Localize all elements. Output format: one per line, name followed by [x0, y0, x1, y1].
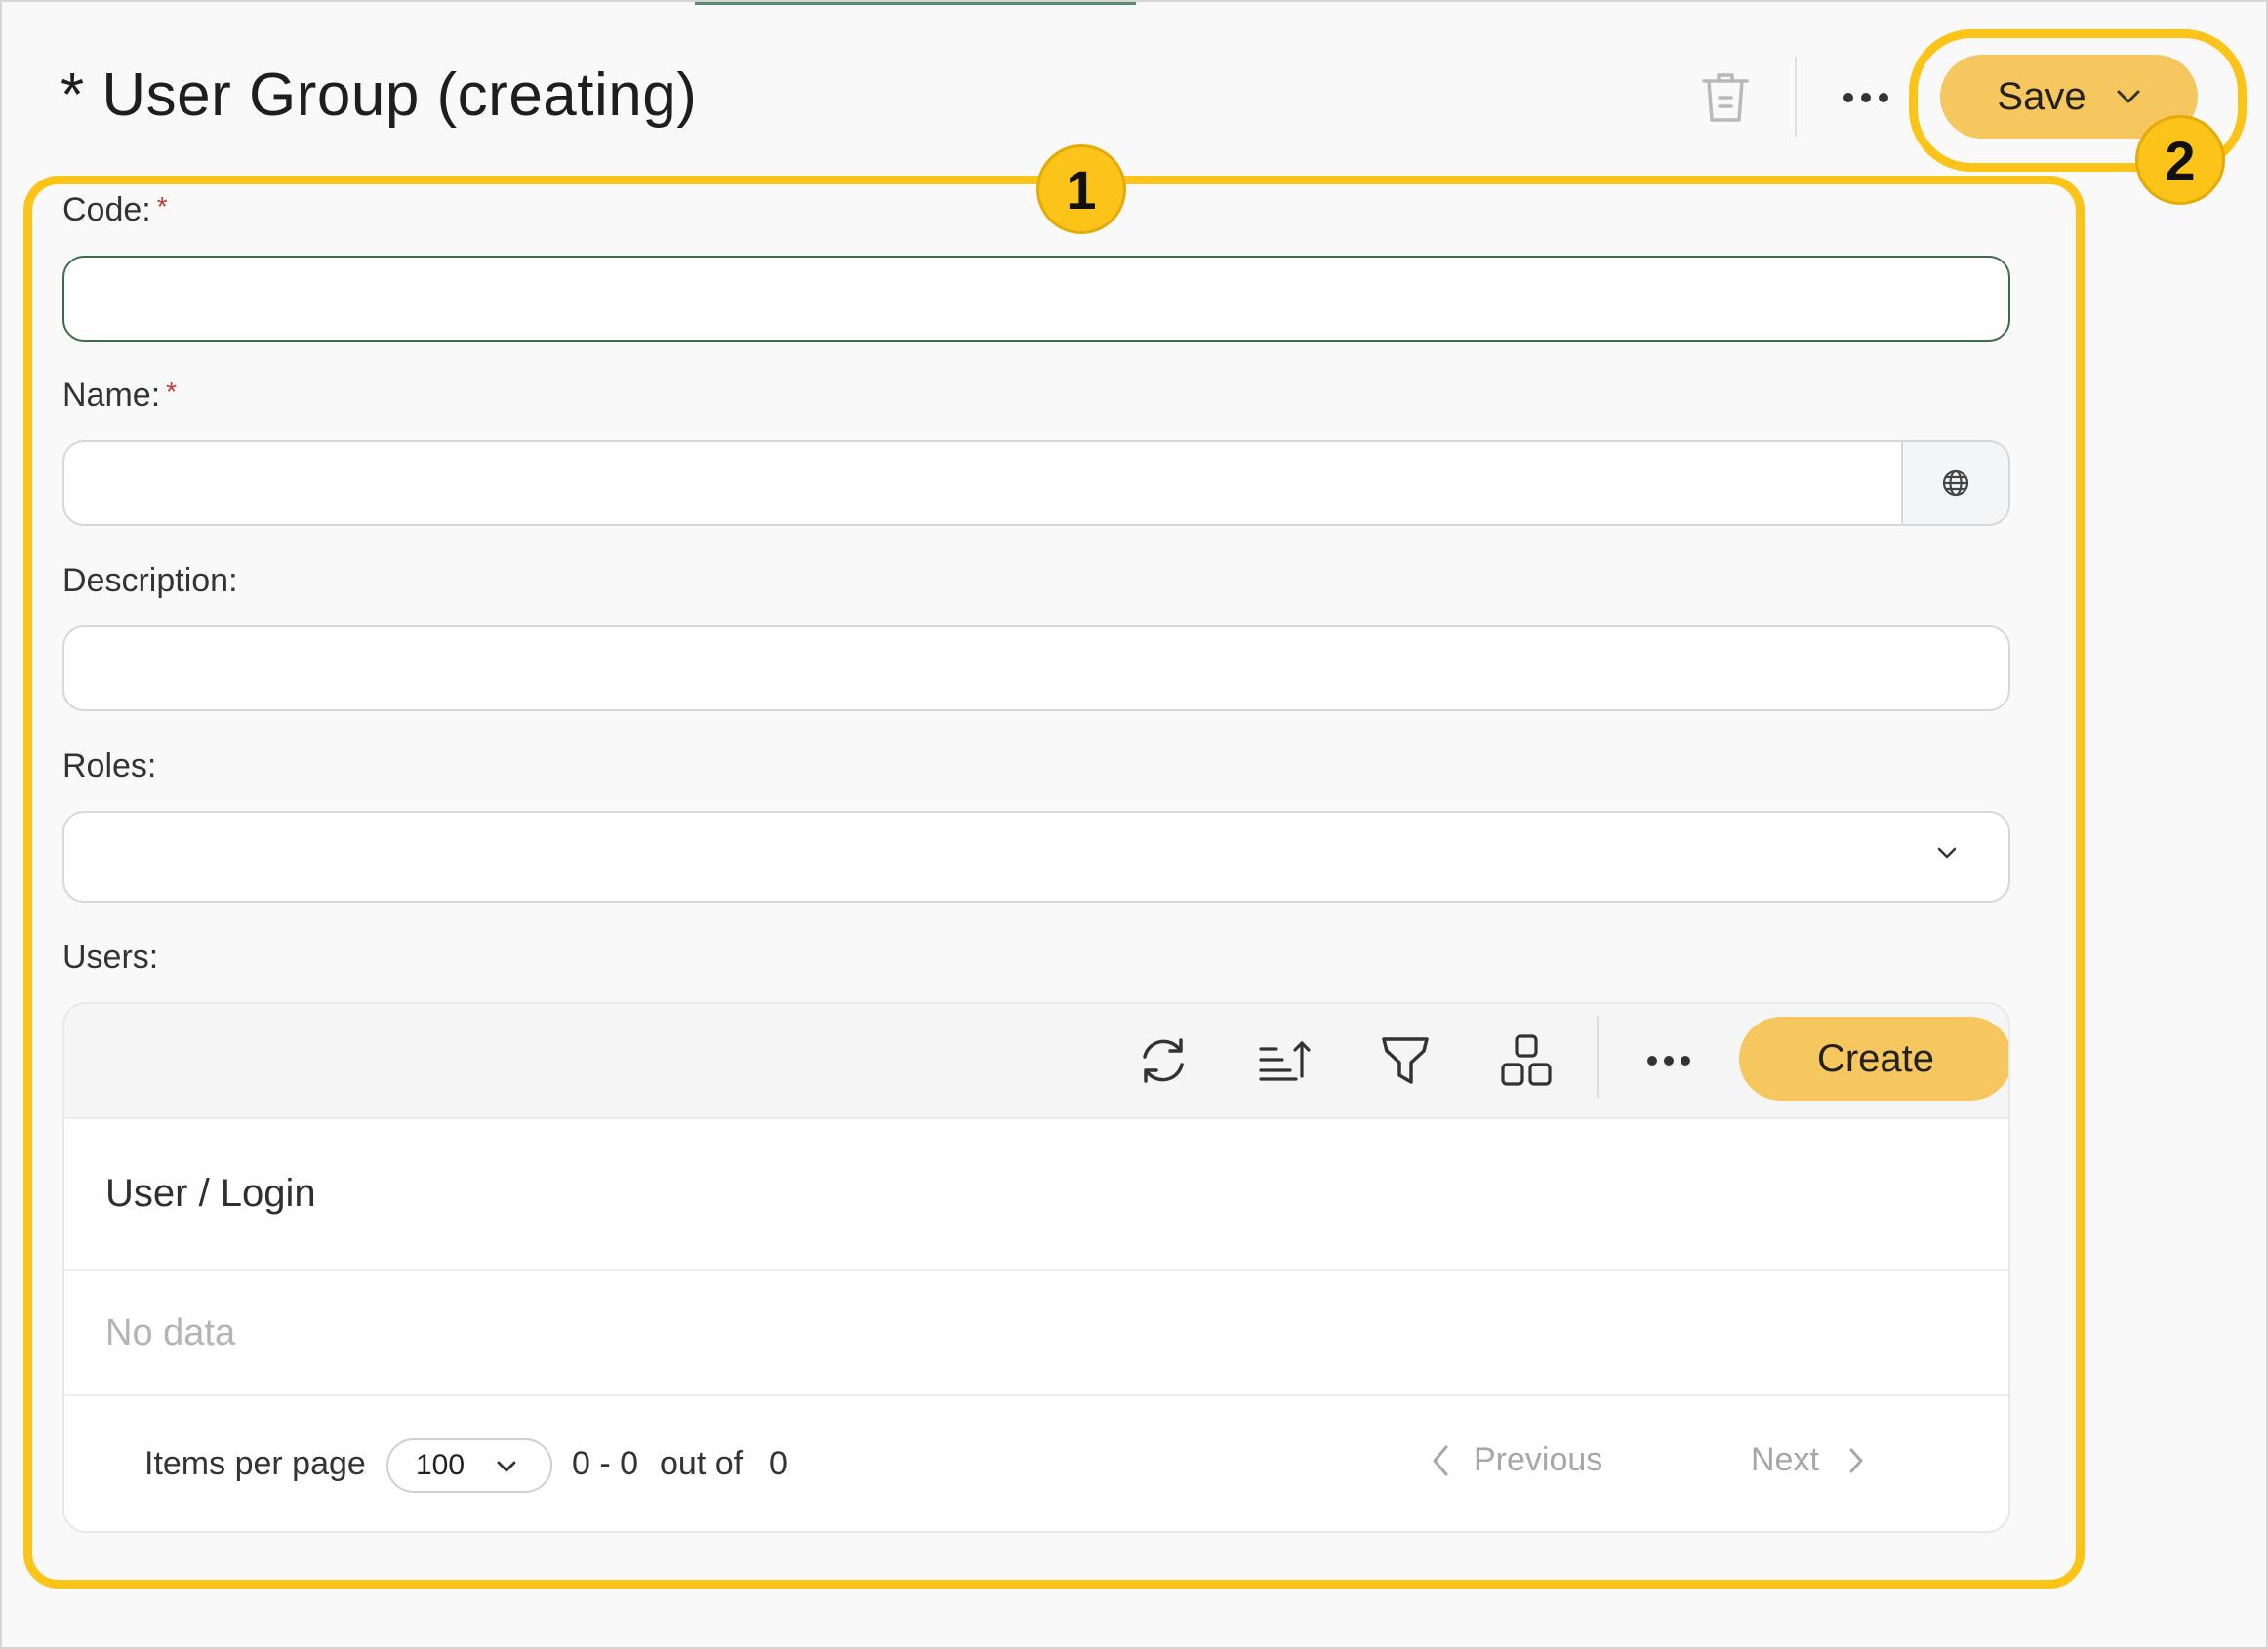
roles-select[interactable]	[62, 811, 2010, 903]
sort-icon	[1259, 1041, 1311, 1081]
chevron-down-icon	[1937, 847, 1957, 859]
total-count: 0	[769, 1445, 788, 1482]
out-of-label: out of	[660, 1445, 744, 1482]
callout-badge-1: 1	[1036, 144, 1126, 234]
refresh-icon	[1143, 1038, 1184, 1083]
more-horizontal-icon	[1843, 93, 1888, 102]
filter-button[interactable]	[1374, 1029, 1437, 1092]
filter-icon	[1382, 1037, 1429, 1084]
chevron-down-icon	[497, 1461, 516, 1472]
more-actions-button[interactable]	[1837, 80, 1895, 115]
row-divider	[64, 1394, 2008, 1396]
items-per-page-value: 100	[416, 1449, 466, 1481]
page-title: * User Group (creating)	[61, 61, 698, 129]
users-toolbar: Create	[64, 1004, 2008, 1119]
code-label: Code: *	[62, 191, 168, 229]
delete-button[interactable]	[1698, 68, 1753, 127]
next-label: Next	[1751, 1441, 1819, 1478]
translations-button[interactable]	[1901, 440, 2010, 526]
users-more-button[interactable]	[1638, 1029, 1700, 1092]
name-label-text: Name:	[62, 377, 161, 414]
roles-label: Roles:	[62, 747, 157, 784]
page-range: 0 - 0	[572, 1445, 639, 1482]
previous-page-button[interactable]: Previous	[1431, 1441, 1602, 1479]
required-mark: *	[156, 191, 168, 221]
more-horizontal-icon	[1647, 1056, 1690, 1066]
active-tab-indicator	[695, 2, 1136, 5]
chevron-left-icon	[1433, 1445, 1448, 1475]
create-user-button[interactable]: Create	[1739, 1017, 2008, 1101]
callout-badge-2: 2	[2135, 115, 2225, 205]
required-mark: *	[166, 377, 178, 407]
sort-button[interactable]	[1253, 1029, 1316, 1092]
layout-grid-icon	[1501, 1034, 1552, 1086]
previous-label: Previous	[1474, 1441, 1603, 1478]
users-table: Create User / Login No data Items per pa…	[62, 1002, 2010, 1533]
refresh-button[interactable]	[1132, 1029, 1195, 1092]
row-divider	[64, 1269, 2008, 1271]
toolbar-divider	[1597, 1016, 1599, 1098]
items-per-page-select[interactable]: 100	[386, 1438, 552, 1493]
name-label: Name: *	[62, 377, 177, 415]
items-per-page-label: Items per page	[144, 1445, 366, 1482]
description-label: Description:	[62, 562, 238, 599]
description-input[interactable]	[62, 625, 2010, 711]
users-label: Users:	[62, 939, 159, 976]
layout-button[interactable]	[1495, 1029, 1558, 1092]
code-input[interactable]	[62, 256, 2010, 342]
next-page-button[interactable]: Next	[1751, 1441, 1864, 1479]
empty-state-text: No data	[105, 1312, 236, 1353]
globe-icon	[1942, 469, 1969, 497]
chevron-right-icon	[1849, 1448, 1863, 1472]
name-input[interactable]	[62, 440, 1903, 526]
column-header-user-login[interactable]: User / Login	[105, 1172, 316, 1216]
trash-icon	[1702, 73, 1749, 122]
header-divider	[1795, 57, 1797, 137]
code-label-text: Code:	[62, 191, 151, 228]
